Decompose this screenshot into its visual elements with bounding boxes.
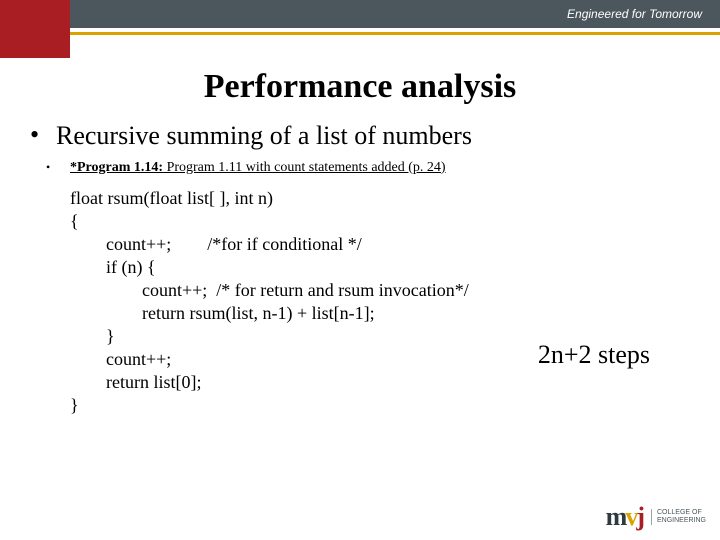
logo-mark: m v j (606, 504, 645, 530)
code-line: } (70, 326, 115, 346)
logo-text-line2: ENGINEERING (657, 517, 706, 525)
logo-letter-j: j (636, 504, 645, 530)
program-reference: *Program 1.14: Program 1.11 with count s… (70, 159, 446, 177)
program-label: *Program 1.14: (70, 160, 163, 175)
bullet-dot-small: • (30, 159, 70, 176)
code-line: count++; /*for if conditional */ (70, 234, 362, 254)
top-banner: Engineered for Tomorrow (0, 0, 720, 28)
slide-title: Performance analysis (30, 68, 690, 106)
code-line: count++; /* for return and rsum invocati… (70, 280, 469, 300)
code-line: return list[0]; (70, 372, 201, 392)
footer-logo: m v j COLLEGE OF ENGINEERING (606, 504, 706, 530)
side-accent-block (0, 28, 70, 58)
bullet-dot: • (30, 122, 56, 148)
banner-tagline: Engineered for Tomorrow (70, 0, 720, 28)
code-line: if (n) { (70, 257, 156, 277)
logo-text-line1: COLLEGE OF (657, 509, 706, 517)
bullet-level1: • Recursive summing of a list of numbers (30, 122, 690, 151)
code-line: { (70, 211, 79, 231)
complexity-label: 2n+2 steps (538, 340, 650, 370)
code-line: return rsum(list, n-1) + list[n-1]; (70, 303, 375, 323)
bullet-level1-text: Recursive summing of a list of numbers (56, 122, 472, 151)
banner-accent-block (0, 0, 70, 28)
logo-letter-m: m (606, 504, 628, 530)
code-line: } (70, 395, 79, 415)
logo-text: COLLEGE OF ENGINEERING (651, 509, 706, 524)
code-line: count++; (70, 349, 171, 369)
banner-underline (70, 32, 720, 35)
code-block: float rsum(float list[ ], int n) { count… (70, 187, 690, 417)
program-rest: Program 1.11 with count statements added… (163, 160, 446, 175)
code-line: float rsum(float list[ ], int n) (70, 188, 273, 208)
bullet-level2: • *Program 1.14: Program 1.11 with count… (30, 159, 690, 177)
